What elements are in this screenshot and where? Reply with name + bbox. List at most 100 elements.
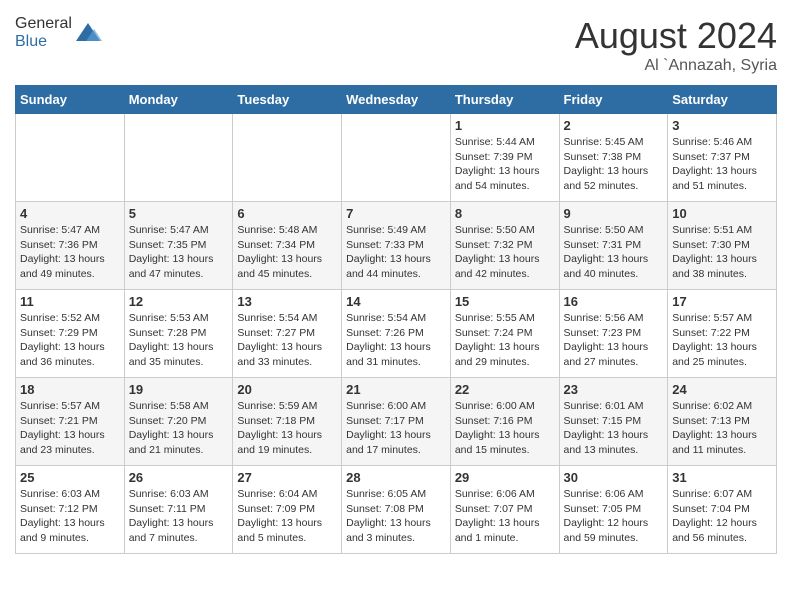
table-row: 17 Sunrise: 5:57 AM Sunset: 7:22 PM Dayli…	[668, 290, 777, 378]
day-number: 6	[237, 206, 337, 221]
logo-blue-text: Blue	[15, 33, 47, 50]
day-number: 22	[455, 382, 555, 397]
logo: General Blue	[15, 15, 102, 51]
day-info: Sunrise: 5:47 AM Sunset: 7:35 PM Dayligh…	[129, 223, 229, 282]
header-friday: Friday	[559, 86, 668, 114]
day-info: Sunrise: 6:00 AM Sunset: 7:17 PM Dayligh…	[346, 399, 446, 458]
day-info: Sunrise: 6:00 AM Sunset: 7:16 PM Dayligh…	[455, 399, 555, 458]
day-number: 18	[20, 382, 120, 397]
table-row: 3 Sunrise: 5:46 AM Sunset: 7:37 PM Daylig…	[668, 114, 777, 202]
day-info: Sunrise: 5:54 AM Sunset: 7:26 PM Dayligh…	[346, 311, 446, 370]
day-number: 28	[346, 470, 446, 485]
day-info: Sunrise: 5:55 AM Sunset: 7:24 PM Dayligh…	[455, 311, 555, 370]
day-number: 20	[237, 382, 337, 397]
calendar-table: Sunday Monday Tuesday Wednesday Thursday…	[15, 85, 777, 554]
table-row: 20 Sunrise: 5:59 AM Sunset: 7:18 PM Dayli…	[233, 378, 342, 466]
logo-icon	[74, 19, 102, 47]
header-monday: Monday	[124, 86, 233, 114]
day-number: 13	[237, 294, 337, 309]
table-row: 26 Sunrise: 6:03 AM Sunset: 7:11 PM Dayli…	[124, 466, 233, 554]
table-row: 14Sunrise: 5:54 AM Sunset: 7:26 PM Dayli…	[342, 290, 451, 378]
table-row: 4 Sunrise: 5:47 AM Sunset: 7:36 PM Daylig…	[16, 202, 125, 290]
table-row: 12Sunrise: 5:53 AM Sunset: 7:28 PM Dayli…	[124, 290, 233, 378]
day-number: 1	[455, 118, 555, 133]
table-row: 9 Sunrise: 5:50 AM Sunset: 7:31 PM Daylig…	[559, 202, 668, 290]
table-row: 11 Sunrise: 5:52 AM Sunset: 7:29 PM Dayli…	[16, 290, 125, 378]
calendar-week-row: 25 Sunrise: 6:03 AM Sunset: 7:12 PM Dayli…	[16, 466, 777, 554]
day-number: 23	[564, 382, 664, 397]
table-row: 25 Sunrise: 6:03 AM Sunset: 7:12 PM Dayli…	[16, 466, 125, 554]
calendar-week-row: 11 Sunrise: 5:52 AM Sunset: 7:29 PM Dayli…	[16, 290, 777, 378]
day-info: Sunrise: 5:57 AM Sunset: 7:22 PM Dayligh…	[672, 311, 772, 370]
day-number: 7	[346, 206, 446, 221]
table-row	[16, 114, 125, 202]
table-row: 15 Sunrise: 5:55 AM Sunset: 7:24 PM Dayli…	[450, 290, 559, 378]
header-wednesday: Wednesday	[342, 86, 451, 114]
day-info: Sunrise: 5:46 AM Sunset: 7:37 PM Dayligh…	[672, 135, 772, 194]
day-info: Sunrise: 5:57 AM Sunset: 7:21 PM Dayligh…	[20, 399, 120, 458]
day-number: 4	[20, 206, 120, 221]
table-row: 30 Sunrise: 6:06 AM Sunset: 7:05 PM Dayli…	[559, 466, 668, 554]
table-row: 18 Sunrise: 5:57 AM Sunset: 7:21 PM Dayli…	[16, 378, 125, 466]
day-number: 24	[672, 382, 772, 397]
day-info: Sunrise: 6:06 AM Sunset: 7:05 PM Dayligh…	[564, 487, 664, 546]
table-row: 24 Sunrise: 6:02 AM Sunset: 7:13 PM Dayli…	[668, 378, 777, 466]
table-row: 19Sunrise: 5:58 AM Sunset: 7:20 PM Dayli…	[124, 378, 233, 466]
table-row: 2Sunrise: 5:45 AM Sunset: 7:38 PM Daylig…	[559, 114, 668, 202]
table-row: 28 Sunrise: 6:05 AM Sunset: 7:08 PM Dayli…	[342, 466, 451, 554]
day-info: Sunrise: 6:07 AM Sunset: 7:04 PM Dayligh…	[672, 487, 772, 546]
table-row: 10 Sunrise: 5:51 AM Sunset: 7:30 PM Dayli…	[668, 202, 777, 290]
day-number: 17	[672, 294, 772, 309]
header-tuesday: Tuesday	[233, 86, 342, 114]
day-number: 25	[20, 470, 120, 485]
day-info: Sunrise: 5:52 AM Sunset: 7:29 PM Dayligh…	[20, 311, 120, 370]
day-info: Sunrise: 6:04 AM Sunset: 7:09 PM Dayligh…	[237, 487, 337, 546]
day-number: 27	[237, 470, 337, 485]
header-thursday: Thursday	[450, 86, 559, 114]
header-sunday: Sunday	[16, 86, 125, 114]
table-row	[342, 114, 451, 202]
day-info: Sunrise: 5:50 AM Sunset: 7:31 PM Dayligh…	[564, 223, 664, 282]
table-row: 7Sunrise: 5:49 AM Sunset: 7:33 PM Daylig…	[342, 202, 451, 290]
day-number: 30	[564, 470, 664, 485]
table-row: 1 Sunrise: 5:44 AM Sunset: 7:39 PM Daylig…	[450, 114, 559, 202]
table-row	[124, 114, 233, 202]
day-info: Sunrise: 6:05 AM Sunset: 7:08 PM Dayligh…	[346, 487, 446, 546]
day-number: 15	[455, 294, 555, 309]
day-info: Sunrise: 5:51 AM Sunset: 7:30 PM Dayligh…	[672, 223, 772, 282]
table-row: 6Sunrise: 5:48 AM Sunset: 7:34 PM Daylig…	[233, 202, 342, 290]
day-info: Sunrise: 6:02 AM Sunset: 7:13 PM Dayligh…	[672, 399, 772, 458]
calendar-header-row: Sunday Monday Tuesday Wednesday Thursday…	[16, 86, 777, 114]
day-info: Sunrise: 5:54 AM Sunset: 7:27 PM Dayligh…	[237, 311, 337, 370]
day-number: 26	[129, 470, 229, 485]
calendar-week-row: 18 Sunrise: 5:57 AM Sunset: 7:21 PM Dayli…	[16, 378, 777, 466]
table-row: 13 Sunrise: 5:54 AM Sunset: 7:27 PM Dayli…	[233, 290, 342, 378]
day-number: 16	[564, 294, 664, 309]
day-info: Sunrise: 5:47 AM Sunset: 7:36 PM Dayligh…	[20, 223, 120, 282]
day-number: 31	[672, 470, 772, 485]
day-number: 10	[672, 206, 772, 221]
calendar-week-row: 4 Sunrise: 5:47 AM Sunset: 7:36 PM Daylig…	[16, 202, 777, 290]
day-info: Sunrise: 5:50 AM Sunset: 7:32 PM Dayligh…	[455, 223, 555, 282]
day-number: 8	[455, 206, 555, 221]
day-info: Sunrise: 6:03 AM Sunset: 7:12 PM Dayligh…	[20, 487, 120, 546]
day-number: 9	[564, 206, 664, 221]
table-row: 27 Sunrise: 6:04 AM Sunset: 7:09 PM Dayli…	[233, 466, 342, 554]
day-number: 5	[129, 206, 229, 221]
table-row: 5 Sunrise: 5:47 AM Sunset: 7:35 PM Daylig…	[124, 202, 233, 290]
location: Al `Annazah, Syria	[575, 57, 777, 75]
table-row	[233, 114, 342, 202]
day-number: 11	[20, 294, 120, 309]
day-info: Sunrise: 5:44 AM Sunset: 7:39 PM Dayligh…	[455, 135, 555, 194]
table-row: 31 Sunrise: 6:07 AM Sunset: 7:04 PM Dayli…	[668, 466, 777, 554]
day-info: Sunrise: 6:06 AM Sunset: 7:07 PM Dayligh…	[455, 487, 555, 546]
page-header: General Blue August 2024 Al `Annazah, Sy…	[15, 15, 777, 75]
day-info: Sunrise: 6:03 AM Sunset: 7:11 PM Dayligh…	[129, 487, 229, 546]
table-row: 8 Sunrise: 5:50 AM Sunset: 7:32 PM Daylig…	[450, 202, 559, 290]
day-number: 19	[129, 382, 229, 397]
day-info: Sunrise: 5:53 AM Sunset: 7:28 PM Dayligh…	[129, 311, 229, 370]
day-number: 3	[672, 118, 772, 133]
day-info: Sunrise: 5:45 AM Sunset: 7:38 PM Dayligh…	[564, 135, 664, 194]
day-info: Sunrise: 5:59 AM Sunset: 7:18 PM Dayligh…	[237, 399, 337, 458]
day-number: 29	[455, 470, 555, 485]
